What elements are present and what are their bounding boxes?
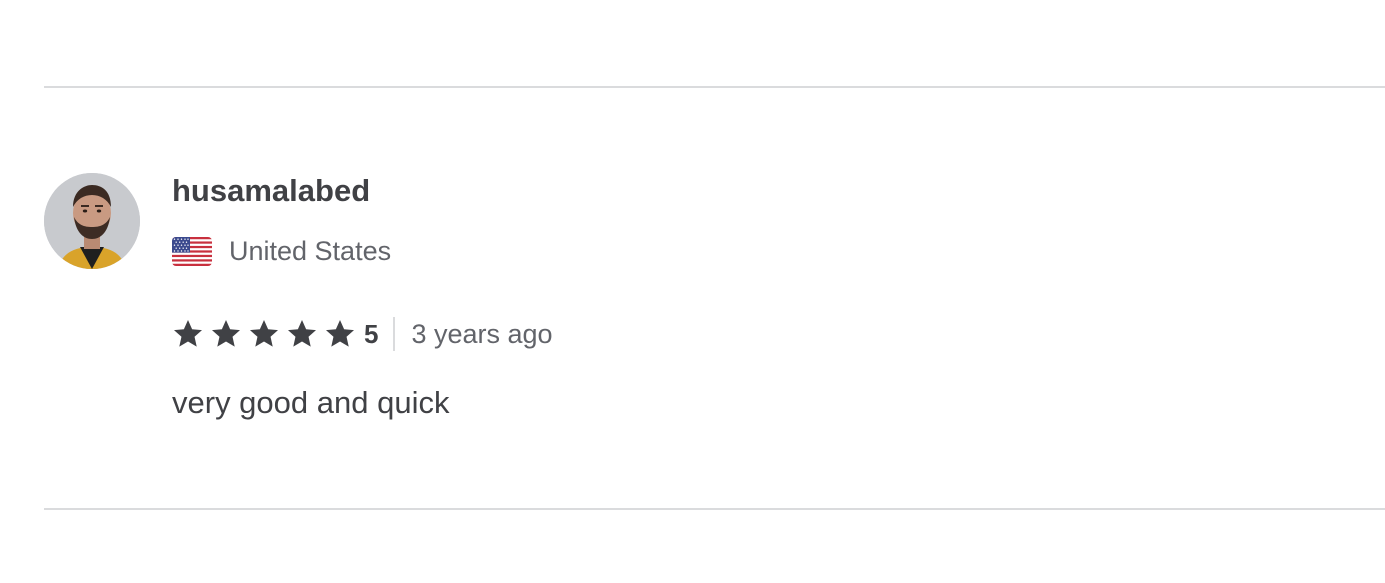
avatar[interactable] — [44, 173, 140, 269]
rating-divider — [393, 317, 396, 351]
user-photo-icon — [44, 173, 140, 269]
review-text: very good and quick — [172, 385, 450, 420]
star-icon — [174, 320, 202, 347]
rating-value: 5 — [364, 319, 379, 349]
rating-row: 5 3 years ago — [172, 316, 553, 352]
review-time: 3 years ago — [411, 319, 553, 349]
bottom-divider — [44, 508, 1385, 510]
star-icon — [326, 320, 354, 347]
star-rating — [172, 318, 356, 350]
username[interactable]: husamalabed — [172, 173, 370, 209]
star-icon — [288, 320, 316, 347]
star-icon — [212, 320, 240, 347]
country-row: United States — [172, 233, 391, 269]
top-divider — [44, 86, 1385, 88]
country-name: United States — [229, 236, 392, 266]
us-flag-icon — [172, 236, 212, 266]
star-icon — [250, 320, 278, 347]
